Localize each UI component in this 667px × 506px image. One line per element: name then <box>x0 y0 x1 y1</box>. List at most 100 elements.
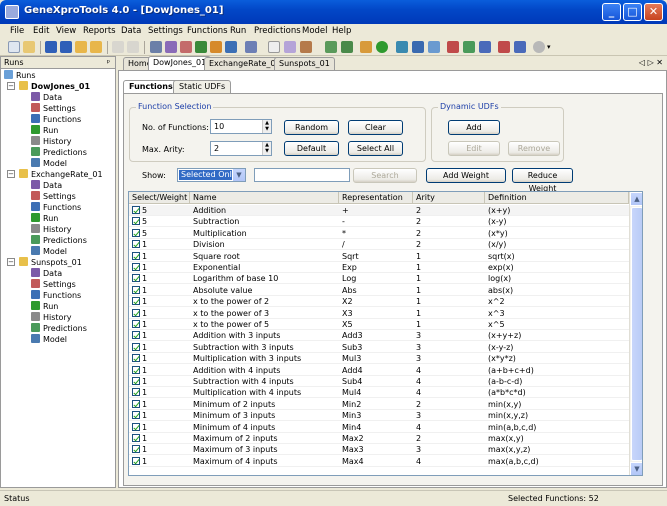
tree-item-model[interactable]: Model <box>31 334 67 345</box>
save-icon[interactable] <box>45 41 57 53</box>
column-arity[interactable]: Arity <box>413 192 485 204</box>
checkbox-icon[interactable] <box>132 217 140 226</box>
menu-edit[interactable]: Edit <box>33 26 49 36</box>
checkbox-icon[interactable] <box>132 331 140 340</box>
search-button[interactable]: Search <box>353 168 417 183</box>
cog-icon[interactable] <box>284 41 296 53</box>
table-row[interactable]: 1 Maximum of 4 inputs Max4 4 max(a,b,c,d) <box>129 456 629 467</box>
maximize-button[interactable]: □ <box>623 3 642 21</box>
tree-item-functions[interactable]: Functions <box>31 290 81 301</box>
clear-button[interactable]: Clear <box>348 120 403 135</box>
column-select-weight[interactable]: Select/Weight <box>129 192 190 204</box>
select-weight-cell[interactable]: 5 <box>129 216 190 227</box>
tree-icon[interactable] <box>412 41 424 53</box>
table-row[interactable]: 1 Square root Sqrt 1 sqrt(x) <box>129 251 629 262</box>
checkbox-icon[interactable] <box>132 228 140 237</box>
select-weight-cell[interactable]: 1 <box>129 410 190 421</box>
select-weight-cell[interactable]: 1 <box>129 456 190 467</box>
tree-item-model[interactable]: Model <box>31 246 67 257</box>
tree-item-settings[interactable]: Settings <box>31 191 76 202</box>
tree-item-run[interactable]: Run <box>31 213 58 224</box>
table-row[interactable]: 1 Subtraction with 4 inputs Sub4 4 (a-b-c-d) <box>129 376 629 387</box>
add-weight-button[interactable]: Add Weight <box>426 168 506 183</box>
tree-item-history[interactable]: History <box>31 224 71 235</box>
toolbar-overflow-icon[interactable]: ▾ <box>547 41 553 53</box>
tree-item-predictions[interactable]: Predictions <box>31 235 87 246</box>
table-row[interactable]: 1 Maximum of 2 inputs Max2 2 max(x,y) <box>129 433 629 444</box>
table-row[interactable]: 1 Subtraction with 3 inputs Sub3 3 (x-y-z) <box>129 342 629 353</box>
select-weight-cell[interactable]: 1 <box>129 399 190 410</box>
table-row[interactable]: 1 Minimum of 2 inputs Min2 2 min(x,y) <box>129 399 629 410</box>
menu-view[interactable]: View <box>56 26 76 36</box>
select-weight-cell[interactable]: 1 <box>129 387 190 398</box>
column-representation[interactable]: Representation <box>339 192 413 204</box>
checkbox-icon[interactable] <box>132 297 140 306</box>
brush-icon[interactable] <box>300 41 312 53</box>
checkbox-icon[interactable] <box>132 445 140 454</box>
tree-project[interactable]: Sunspots_01 <box>19 257 82 268</box>
tree-expander-icon[interactable]: − <box>7 170 15 178</box>
select-weight-cell[interactable]: 1 <box>129 433 190 444</box>
select-weight-cell[interactable]: 1 <box>129 330 190 341</box>
table-row[interactable]: 1 Minimum of 3 inputs Min3 3 min(x,y,z) <box>129 410 629 422</box>
gear-icon[interactable] <box>245 41 257 53</box>
tree-item-model[interactable]: Model <box>31 158 67 169</box>
select-weight-cell[interactable]: 1 <box>129 342 190 353</box>
wand-icon[interactable] <box>360 41 372 53</box>
table-row[interactable]: 1 x to the power of 2 X2 1 x^2 <box>129 296 629 308</box>
select-weight-cell[interactable]: 1 <box>129 262 190 273</box>
select-weight-cell[interactable]: 1 <box>129 251 190 262</box>
shield-icon[interactable] <box>225 41 237 53</box>
table-row[interactable]: 5 Addition +2 (x+y) <box>129 205 629 216</box>
open-folder-icon[interactable] <box>90 41 102 53</box>
checkbox-icon[interactable] <box>132 456 140 465</box>
tree-root-runs[interactable]: Runs <box>4 70 36 81</box>
menu-file[interactable]: File <box>10 26 24 36</box>
tree-item-run[interactable]: Run <box>31 301 58 312</box>
checkbox-icon[interactable] <box>132 342 140 351</box>
tab-dowjones-01[interactable]: DowJones_01 <box>148 56 212 70</box>
checkbox-icon[interactable] <box>132 422 140 431</box>
menu-run[interactable]: Run <box>230 26 246 36</box>
menu-reports[interactable]: Reports <box>83 26 116 36</box>
checkbox-icon[interactable] <box>132 206 140 214</box>
table-row[interactable]: 1 Absolute value Abs 1 abs(x) <box>129 285 629 296</box>
select-weight-cell[interactable]: 1 <box>129 296 190 307</box>
select-weight-cell[interactable]: 1 <box>129 273 190 284</box>
table-scrollbar[interactable]: ▲ ▼ <box>629 192 642 475</box>
pin-icon[interactable]: ᵖ <box>107 58 110 67</box>
blue-chart-icon[interactable] <box>479 41 491 53</box>
table-row[interactable]: 5 Multiplication * 2 (x*y) <box>129 228 629 239</box>
scroll-down-icon[interactable]: ▼ <box>630 462 642 475</box>
tree-expander-icon[interactable]: − <box>7 258 15 266</box>
tree-item-predictions[interactable]: Predictions <box>31 323 87 334</box>
table-row[interactable]: 1 Division / 2 (x/y) <box>129 239 629 251</box>
report-red-icon[interactable] <box>498 41 510 53</box>
tree-item-data[interactable]: Data <box>31 92 62 103</box>
tree-item-settings[interactable]: Settings <box>31 279 76 290</box>
scatter-chart-icon[interactable] <box>325 41 337 53</box>
menu-data[interactable]: Data <box>121 26 141 36</box>
table-row[interactable]: 1 Minimum of 4 inputs Min4 4 min(a,b,c,d) <box>129 422 629 433</box>
reduce-weight-button[interactable]: Reduce Weight <box>512 168 573 193</box>
folder-icon[interactable] <box>75 41 87 53</box>
table-row[interactable]: 1 x to the power of 3 X3 1 x^3 <box>129 308 629 319</box>
table-row[interactable]: 1 Exponential Exp 1 exp(x) <box>129 262 629 273</box>
settings-icon[interactable] <box>180 41 192 53</box>
checkbox-icon[interactable] <box>132 411 140 420</box>
report-blue-icon[interactable] <box>514 41 526 53</box>
checkbox-icon[interactable] <box>132 377 140 385</box>
column-name[interactable]: Name <box>190 192 339 204</box>
max-arity-spinner[interactable]: 2 ▲ ▼ <box>210 141 272 156</box>
report-icon[interactable] <box>150 41 162 53</box>
tree-item-settings[interactable]: Settings <box>31 103 76 114</box>
select-weight-cell[interactable]: 1 <box>129 239 190 250</box>
save-all-icon[interactable] <box>60 41 72 53</box>
checkbox-icon[interactable] <box>132 434 140 442</box>
select-weight-cell[interactable]: 1 <box>129 444 190 455</box>
select-weight-cell[interactable]: 1 <box>129 365 190 376</box>
chevron-down-icon[interactable]: ▼ <box>232 169 245 181</box>
close-button[interactable]: ✕ <box>644 3 663 21</box>
column-definition[interactable]: Definition <box>485 192 629 204</box>
select-weight-cell[interactable]: 5 <box>129 205 190 216</box>
